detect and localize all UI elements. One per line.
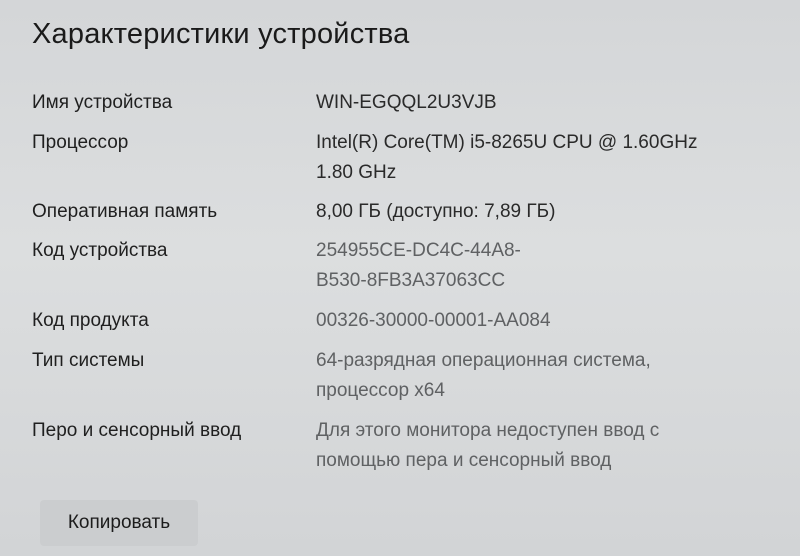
spec-row-system-type: Тип системы 64-разрядная операционная си… xyxy=(32,346,772,406)
spec-label: Процессор xyxy=(32,132,129,153)
spec-label: Тип системы xyxy=(32,350,145,371)
spec-value: 00326-30000-00001-AA084 xyxy=(316,310,551,331)
spec-value: Intel(R) Core(TM) i5-8265U CPU @ 1.60GHz… xyxy=(316,132,698,183)
spec-label: Оперативная память xyxy=(32,201,218,222)
copy-button[interactable]: Копировать xyxy=(40,500,198,546)
section-title: Характеристики устройства xyxy=(32,18,410,50)
specs-list: Имя устройства WIN-EGQQL2U3VJB Процессор… xyxy=(32,88,772,476)
spec-value: 8,00 ГБ (доступно: 7,89 ГБ) xyxy=(316,201,556,222)
spec-row-ram: Оперативная память 8,00 ГБ (доступно: 7,… xyxy=(32,197,772,227)
spec-row-device-name: Имя устройства WIN-EGQQL2U3VJB xyxy=(32,88,772,118)
spec-label: Код продукта xyxy=(32,310,149,331)
spec-label: Перо и сенсорный ввод xyxy=(32,420,242,441)
spec-row-product-id: Код продукта 00326-30000-00001-AA084 xyxy=(32,306,772,336)
spec-value: 64-разрядная операционная система, проце… xyxy=(316,350,651,401)
spec-label: Код устройства xyxy=(32,240,168,261)
spec-value: Для этого монитора недоступен ввод с пом… xyxy=(316,420,660,471)
spec-row-device-id: Код устройства 254955CE-DC4C-44A8- B530-… xyxy=(32,236,772,296)
spec-row-pen-touch: Перо и сенсорный ввод Для этого монитора… xyxy=(32,416,772,476)
spec-value: WIN-EGQQL2U3VJB xyxy=(316,92,497,113)
spec-row-processor: Процессор Intel(R) Core(TM) i5-8265U CPU… xyxy=(32,128,772,188)
spec-value: 254955CE-DC4C-44A8- B530-8FB3A37063CC xyxy=(316,240,521,291)
device-specifications-panel: Характеристики устройства Имя устройства… xyxy=(0,0,800,556)
spec-label: Имя устройства xyxy=(32,92,173,113)
